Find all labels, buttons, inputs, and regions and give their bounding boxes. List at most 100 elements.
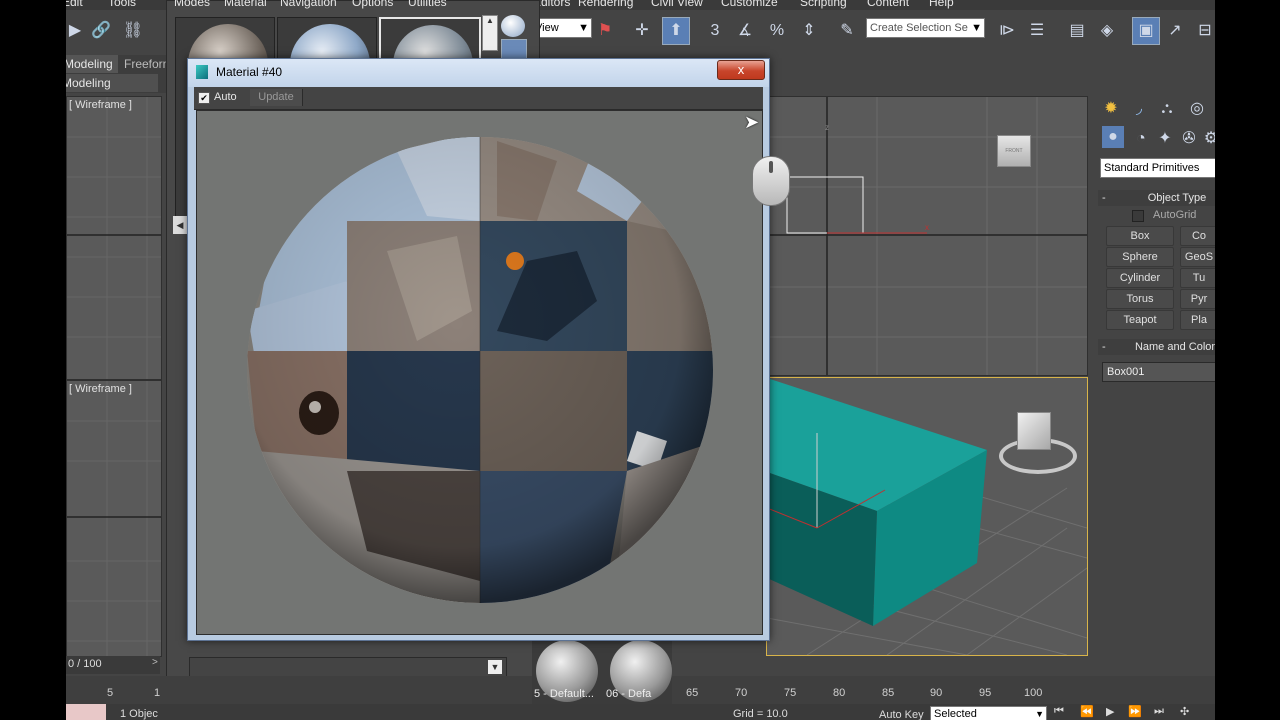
gizmo-x-label: x [925, 223, 929, 232]
next-frame-icon[interactable]: ⏩ [1128, 705, 1142, 718]
select-pivot-icon[interactable]: ⚑ [592, 18, 618, 44]
schematic-view-icon[interactable]: ⊟ [1192, 18, 1215, 44]
motion-tab-icon[interactable]: ◎ [1184, 96, 1210, 122]
scrollbar[interactable]: ▲ [482, 15, 498, 51]
menu-customize[interactable]: Customize [721, 0, 778, 9]
timeline-tick: 95 [979, 687, 992, 699]
category-dropdown[interactable]: Standard Primitives [1100, 158, 1215, 178]
sphere-button[interactable]: Sphere [1106, 247, 1174, 267]
menu-content[interactable]: Content [867, 0, 909, 9]
close-button[interactable]: x [717, 60, 765, 80]
command-panel: ✹ ◞ ⛬ ◎ ● ◔ ✦ ✇ ⚙ Standard Primitives - … [1092, 94, 1215, 674]
tab-modeling-label: Modeling [66, 57, 113, 71]
previous-frame-icon[interactable]: ⏪ [1080, 705, 1094, 718]
viewport-label[interactable]: [ Wireframe ] [69, 99, 132, 111]
geosphere-button[interactable]: GeoS [1180, 247, 1215, 267]
go-to-start-icon[interactable]: ⏮ [1054, 705, 1064, 718]
viewcube-icon[interactable]: FRONT [997, 135, 1031, 167]
viewport-perspective[interactable] [766, 377, 1088, 656]
mirror-icon[interactable]: ⧐ [994, 18, 1020, 44]
menu-utilities[interactable]: Utilities [408, 0, 447, 9]
autogrid-checkbox[interactable] [1132, 210, 1144, 222]
menu-material[interactable]: Material [224, 0, 267, 9]
unlink-icon[interactable]: ⛓ [120, 18, 146, 44]
lights-icon[interactable]: ✦ [1152, 126, 1178, 152]
create-tab-icon[interactable]: ✹ [1098, 96, 1124, 122]
plane-button[interactable]: Pla [1180, 310, 1215, 330]
move-icon[interactable]: ✛ [629, 18, 655, 44]
teapot-button[interactable]: Teapot [1106, 310, 1174, 330]
sample-slots-row: 5 - Default... 06 - Defa [532, 636, 672, 704]
auto-checkbox[interactable]: ✔ [198, 92, 210, 104]
menu-help[interactable]: Help [929, 0, 954, 9]
timeline-tick: 70 [735, 687, 748, 699]
timeline-tick: 1 [154, 687, 161, 699]
hierarchy-tab-icon[interactable]: ⛬ [1154, 96, 1180, 122]
viewport-label[interactable]: [ Wireframe ] [69, 383, 132, 395]
percent-snap-icon[interactable]: % [764, 18, 790, 44]
menu-edit[interactable]: Edit [66, 0, 83, 9]
geometry-icon[interactable]: ● [1102, 126, 1124, 148]
menu-navigation[interactable]: Navigation [280, 0, 337, 9]
chevron-left-icon[interactable]: ◀ [173, 216, 187, 234]
angle-snap-icon[interactable]: ∡ [732, 18, 758, 44]
tab-polygon-modeling[interactable]: Modeling [66, 74, 158, 92]
chevron-down-icon: ▼ [488, 660, 502, 674]
time-slider[interactable]: 0 / 100 > [66, 656, 160, 674]
link-icon[interactable]: 🔗 [88, 18, 114, 44]
select-manipulate-icon[interactable]: ⬆ [662, 17, 690, 45]
menu-scripting[interactable]: Scripting [800, 0, 847, 9]
auto-key-button[interactable]: Auto Key [879, 709, 924, 720]
box-button[interactable]: Box [1106, 226, 1174, 246]
shapes-icon[interactable]: ◔ [1128, 126, 1154, 152]
selection-set-dropdown[interactable]: Create Selection Se ▼ [866, 18, 985, 38]
tube-button[interactable]: Tu [1180, 268, 1215, 288]
graphite-tools-icon[interactable]: ◈ [1094, 18, 1120, 44]
viewcube-icon[interactable] [1017, 412, 1051, 450]
key-filter-value: Selected [934, 708, 977, 720]
name-color-rollout[interactable]: - Name and Color [1098, 339, 1215, 355]
cone-button[interactable]: Co [1180, 226, 1215, 246]
timeline-tick: 90 [930, 687, 943, 699]
window-title: Material #40 [216, 65, 283, 79]
modify-tab-icon[interactable]: ◞ [1126, 96, 1152, 122]
tab-modeling[interactable]: Modeling [66, 55, 118, 73]
sample-type-icon[interactable] [501, 15, 525, 37]
play-arrow-icon[interactable]: ▶ [66, 18, 88, 44]
menu-modes[interactable]: Modes [174, 0, 210, 9]
menu-options[interactable]: Options [352, 0, 393, 9]
menu-rendering[interactable]: Rendering [578, 0, 633, 9]
timeline-tick: 5 [107, 687, 114, 699]
view-dropdown[interactable]: View ▼ [532, 18, 592, 38]
align-icon[interactable]: ☰ [1024, 18, 1050, 44]
helpers-icon[interactable]: ⚙ [1198, 126, 1215, 152]
update-button[interactable]: Update [250, 89, 303, 106]
title-bar[interactable]: Material #40 x [188, 59, 769, 87]
viewport-bottom-left[interactable]: [ Wireframe ] [66, 380, 162, 657]
chevron-right-icon[interactable]: > [152, 657, 158, 668]
play-icon[interactable]: ▶ [1106, 705, 1114, 718]
sample-slot[interactable] [277, 17, 377, 64]
curve-editor-icon[interactable]: ↗ [1162, 18, 1188, 44]
menu-tools[interactable]: Tools [108, 0, 136, 9]
cylinder-button[interactable]: Cylinder [1106, 268, 1174, 288]
chevron-up-icon: ▲ [486, 16, 494, 25]
viewport-top-left[interactable]: [ Wireframe ] [66, 96, 162, 380]
preview-canvas[interactable] [196, 110, 763, 635]
edit-named-selection-icon[interactable]: ✎ [834, 18, 860, 44]
pyramid-button[interactable]: Pyr [1180, 289, 1215, 309]
menu-civil-view[interactable]: Civil View [651, 0, 703, 9]
go-to-end-icon[interactable]: ⏭ [1154, 705, 1164, 718]
maxscript-listener[interactable] [66, 704, 106, 720]
spinner-snap-icon[interactable]: ⇕ [796, 18, 822, 44]
object-type-rollout[interactable]: - Object Type [1098, 190, 1215, 206]
key-filter-dropdown[interactable]: Selected ▼ [930, 706, 1047, 720]
scene-explorer-icon[interactable]: ▣ [1132, 17, 1160, 45]
key-mode-icon[interactable]: ✣ [1180, 705, 1189, 718]
object-name-field[interactable]: Box001 [1102, 362, 1215, 382]
viewport-front[interactable]: z x FRONT [766, 96, 1088, 376]
selection-set-value: Create Selection Se [870, 22, 968, 34]
snap-3d-icon[interactable]: 3 [702, 18, 728, 44]
torus-button[interactable]: Torus [1106, 289, 1174, 309]
layer-manager-icon[interactable]: ▤ [1064, 18, 1090, 44]
